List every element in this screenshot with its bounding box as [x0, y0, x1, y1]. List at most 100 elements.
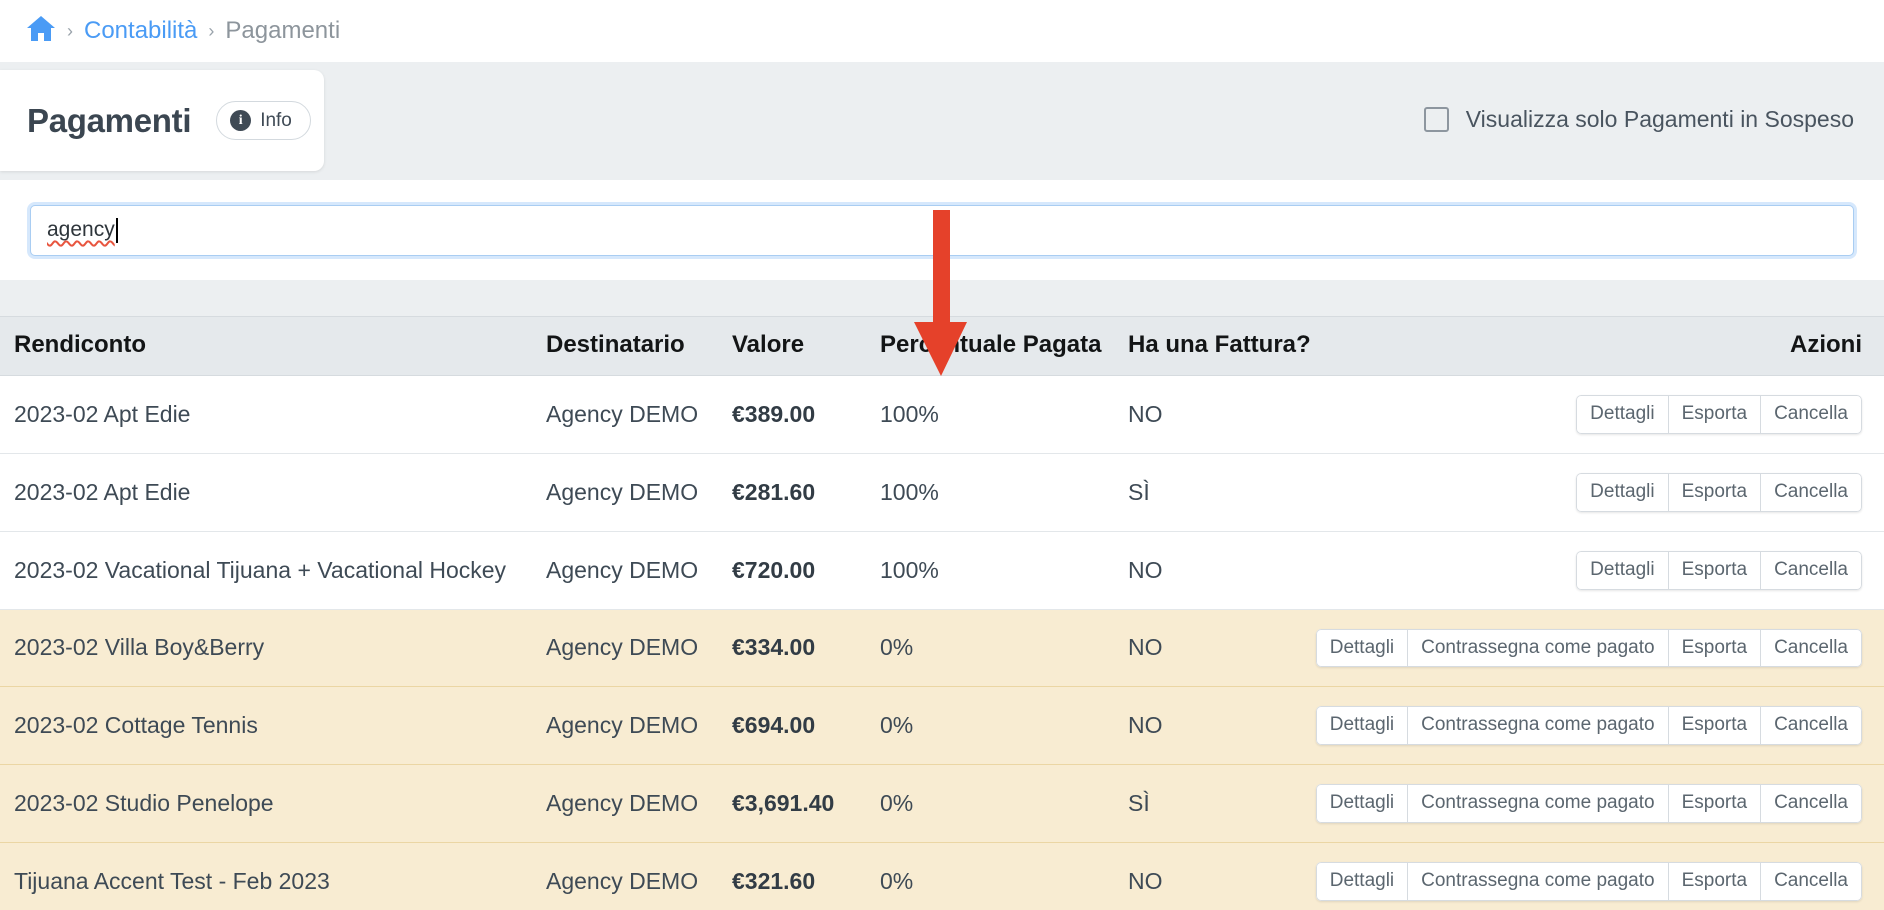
cell-rendiconto: Tijuana Accent Test - Feb 2023: [0, 843, 546, 910]
cell-destinatario: Agency DEMO: [546, 531, 732, 609]
cell-actions: DettagliEsportaCancella: [1388, 531, 1884, 609]
column-header-azioni: Azioni: [1388, 317, 1884, 376]
cancella-button[interactable]: Cancella: [1760, 862, 1862, 901]
spacer-strip: [0, 280, 1884, 316]
dettagli-button[interactable]: Dettagli: [1316, 784, 1407, 823]
table-row: 2023-02 Vacational Tijuana + Vacational …: [0, 531, 1884, 609]
cell-actions: DettagliEsportaCancella: [1388, 376, 1884, 454]
cell-rendiconto: 2023-02 Apt Edie: [0, 376, 546, 454]
table-row: 2023-02 Apt EdieAgency DEMO€389.00100%NO…: [0, 376, 1884, 454]
esporta-button[interactable]: Esporta: [1668, 862, 1760, 901]
table-row: 2023-02 Studio PenelopeAgency DEMO€3,691…: [0, 765, 1884, 843]
column-header-fattura[interactable]: Ha una Fattura?: [1128, 317, 1388, 376]
cell-valore: €334.00: [732, 609, 880, 687]
cell-valore: €3,691.40: [732, 765, 880, 843]
column-header-percentuale[interactable]: Percentuale Pagata: [880, 317, 1128, 376]
action-button-group: DettagliContrassegna come pagatoEsportaC…: [1316, 862, 1862, 901]
table-row: 2023-02 Cottage TennisAgency DEMO€694.00…: [0, 687, 1884, 765]
payments-page: › Contabilità › Pagamenti Pagamenti i In…: [0, 0, 1884, 910]
column-header-valore[interactable]: Valore: [732, 317, 880, 376]
info-circle-icon: i: [230, 110, 251, 131]
cancella-button[interactable]: Cancella: [1760, 629, 1862, 668]
cell-fattura: SÌ: [1128, 453, 1388, 531]
dettagli-button[interactable]: Dettagli: [1576, 551, 1667, 590]
breadcrumb-separator-2: ›: [208, 22, 214, 40]
action-button-group: DettagliEsportaCancella: [1576, 395, 1862, 434]
dettagli-button[interactable]: Dettagli: [1316, 706, 1407, 745]
table-row: Tijuana Accent Test - Feb 2023Agency DEM…: [0, 843, 1884, 910]
cell-rendiconto: 2023-02 Villa Boy&Berry: [0, 609, 546, 687]
contrassegna-come-pagato-button[interactable]: Contrassegna come pagato: [1407, 784, 1667, 823]
action-button-group: DettagliContrassegna come pagatoEsportaC…: [1316, 629, 1862, 668]
cell-valore: €321.60: [732, 843, 880, 910]
esporta-button[interactable]: Esporta: [1668, 551, 1760, 590]
breadcrumb: › Contabilità › Pagamenti: [0, 0, 1884, 62]
contrassegna-come-pagato-button[interactable]: Contrassegna come pagato: [1407, 629, 1667, 668]
cell-rendiconto: 2023-02 Studio Penelope: [0, 765, 546, 843]
cancella-button[interactable]: Cancella: [1760, 706, 1862, 745]
dettagli-button[interactable]: Dettagli: [1576, 473, 1667, 512]
cell-valore: €281.60: [732, 453, 880, 531]
cell-rendiconto: 2023-02 Apt Edie: [0, 453, 546, 531]
dettagli-button[interactable]: Dettagli: [1316, 862, 1407, 901]
table-header-row: Rendiconto Destinatario Valore Percentua…: [0, 317, 1884, 376]
cell-percentuale: 0%: [880, 843, 1128, 910]
cell-actions: DettagliContrassegna come pagatoEsportaC…: [1388, 765, 1884, 843]
action-button-group: DettagliEsportaCancella: [1576, 473, 1862, 512]
cancella-button[interactable]: Cancella: [1760, 473, 1862, 512]
esporta-button[interactable]: Esporta: [1668, 473, 1760, 512]
cancella-button[interactable]: Cancella: [1760, 395, 1862, 434]
cell-percentuale: 0%: [880, 609, 1128, 687]
cell-rendiconto: 2023-02 Vacational Tijuana + Vacational …: [0, 531, 546, 609]
cell-actions: DettagliContrassegna come pagatoEsportaC…: [1388, 843, 1884, 910]
cell-destinatario: Agency DEMO: [546, 843, 732, 910]
breadcrumb-current-pagamenti: Pagamenti: [225, 17, 340, 45]
cell-destinatario: Agency DEMO: [546, 609, 732, 687]
action-button-group: DettagliEsportaCancella: [1576, 551, 1862, 590]
cell-fattura: NO: [1128, 531, 1388, 609]
info-button[interactable]: i Info: [216, 101, 311, 140]
column-header-destinatario[interactable]: Destinatario: [546, 317, 732, 376]
column-header-rendiconto[interactable]: Rendiconto: [0, 317, 546, 376]
cell-percentuale: 0%: [880, 687, 1128, 765]
esporta-button[interactable]: Esporta: [1668, 629, 1760, 668]
cell-valore: €694.00: [732, 687, 880, 765]
table-head: Rendiconto Destinatario Valore Percentua…: [0, 317, 1884, 376]
title-card: Pagamenti i Info: [0, 70, 324, 171]
search-input[interactable]: agency: [30, 205, 1854, 256]
contrassegna-come-pagato-button[interactable]: Contrassegna come pagato: [1407, 862, 1667, 901]
cancella-button[interactable]: Cancella: [1760, 784, 1862, 823]
cell-percentuale: 100%: [880, 376, 1128, 454]
contrassegna-come-pagato-button[interactable]: Contrassegna come pagato: [1407, 706, 1667, 745]
action-button-group: DettagliContrassegna come pagatoEsportaC…: [1316, 706, 1862, 745]
payments-table-wrap: Rendiconto Destinatario Valore Percentua…: [0, 316, 1884, 910]
cell-rendiconto: 2023-02 Cottage Tennis: [0, 687, 546, 765]
breadcrumb-separator-1: ›: [67, 22, 73, 40]
text-caret: [116, 218, 118, 243]
home-icon[interactable]: [26, 15, 56, 47]
search-input-value: agency: [47, 218, 115, 242]
table-row: 2023-02 Apt EdieAgency DEMO€281.60100%SÌ…: [0, 453, 1884, 531]
esporta-button[interactable]: Esporta: [1668, 395, 1760, 434]
cell-valore: €389.00: [732, 376, 880, 454]
search-card: agency: [0, 180, 1884, 280]
cell-destinatario: Agency DEMO: [546, 376, 732, 454]
table-row: 2023-02 Villa Boy&BerryAgency DEMO€334.0…: [0, 609, 1884, 687]
esporta-button[interactable]: Esporta: [1668, 706, 1760, 745]
breadcrumb-link-contabilita[interactable]: Contabilità: [84, 17, 197, 45]
cell-fattura: NO: [1128, 376, 1388, 454]
pending-only-checkbox[interactable]: [1424, 107, 1449, 132]
cell-destinatario: Agency DEMO: [546, 687, 732, 765]
dettagli-button[interactable]: Dettagli: [1576, 395, 1667, 434]
cell-percentuale: 100%: [880, 453, 1128, 531]
cell-percentuale: 100%: [880, 531, 1128, 609]
action-button-group: DettagliContrassegna come pagatoEsportaC…: [1316, 784, 1862, 823]
table-body: 2023-02 Apt EdieAgency DEMO€389.00100%NO…: [0, 376, 1884, 910]
cell-valore: €720.00: [732, 531, 880, 609]
cell-percentuale: 0%: [880, 765, 1128, 843]
dettagli-button[interactable]: Dettagli: [1316, 629, 1407, 668]
esporta-button[interactable]: Esporta: [1668, 784, 1760, 823]
page-title: Pagamenti: [27, 102, 191, 140]
pending-only-checkbox-row[interactable]: Visualizza solo Pagamenti in Sospeso: [1424, 106, 1854, 133]
cancella-button[interactable]: Cancella: [1760, 551, 1862, 590]
